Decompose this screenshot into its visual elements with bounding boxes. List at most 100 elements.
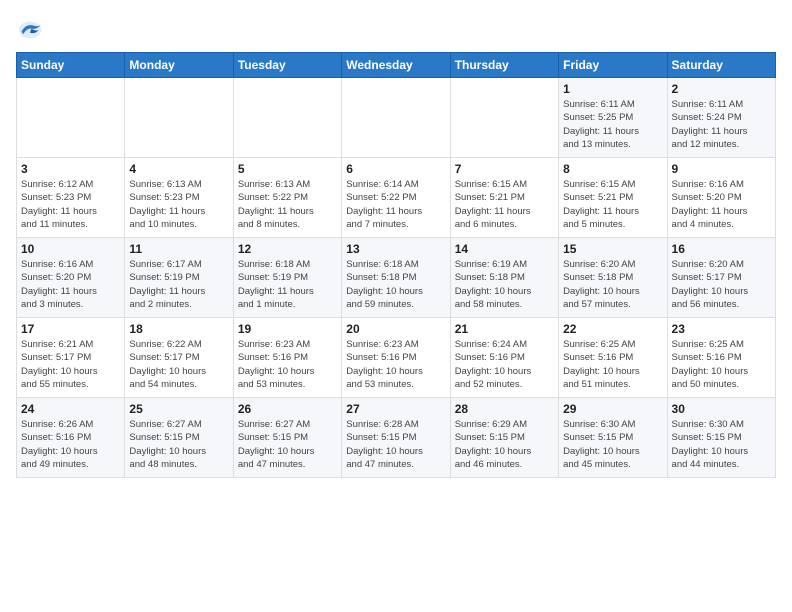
calendar-cell: 17 Sunrise: 6:21 AM Sunset: 5:17 PM Dayli…	[17, 318, 125, 398]
calendar-cell: 27 Sunrise: 6:28 AM Sunset: 5:15 PM Dayli…	[342, 398, 450, 478]
day-number: 17	[21, 322, 120, 336]
calendar-cell: 5 Sunrise: 6:13 AM Sunset: 5:22 PM Daylig…	[233, 158, 341, 238]
day-info: Sunrise: 6:27 AM Sunset: 5:15 PM Dayligh…	[238, 418, 337, 471]
calendar-cell: 20 Sunrise: 6:23 AM Sunset: 5:16 PM Dayli…	[342, 318, 450, 398]
day-number: 18	[129, 322, 228, 336]
day-number: 23	[672, 322, 771, 336]
calendar-week-row: 3Sunrise: 6:12 AM Sunset: 5:23 PM Daylig…	[17, 158, 776, 238]
calendar-cell: 6Sunrise: 6:14 AM Sunset: 5:22 PM Daylig…	[342, 158, 450, 238]
day-info: Sunrise: 6:15 AM Sunset: 5:21 PM Dayligh…	[563, 178, 662, 231]
calendar-cell: 24 Sunrise: 6:26 AM Sunset: 5:16 PM Dayli…	[17, 398, 125, 478]
day-info: Sunrise: 6:19 AM Sunset: 5:18 PM Dayligh…	[455, 258, 554, 311]
calendar-cell: 14 Sunrise: 6:19 AM Sunset: 5:18 PM Dayli…	[450, 238, 558, 318]
logo-bird-icon	[16, 16, 44, 44]
calendar-cell: 19 Sunrise: 6:23 AM Sunset: 5:16 PM Dayli…	[233, 318, 341, 398]
calendar-cell	[17, 78, 125, 158]
day-number: 27	[346, 402, 445, 416]
calendar-cell: 13Sunrise: 6:18 AM Sunset: 5:18 PM Dayli…	[342, 238, 450, 318]
day-info: Sunrise: 6:23 AM Sunset: 5:16 PM Dayligh…	[238, 338, 337, 391]
day-info: Sunrise: 6:16 AM Sunset: 5:20 PM Dayligh…	[21, 258, 120, 311]
calendar-cell: 18 Sunrise: 6:22 AM Sunset: 5:17 PM Dayli…	[125, 318, 233, 398]
calendar-cell: 25Sunrise: 6:27 AM Sunset: 5:15 PM Dayli…	[125, 398, 233, 478]
day-info: Sunrise: 6:23 AM Sunset: 5:16 PM Dayligh…	[346, 338, 445, 391]
day-info: Sunrise: 6:30 AM Sunset: 5:15 PM Dayligh…	[672, 418, 771, 471]
calendar-cell: 10 Sunrise: 6:16 AM Sunset: 5:20 PM Dayli…	[17, 238, 125, 318]
calendar-cell: 15 Sunrise: 6:20 AM Sunset: 5:18 PM Dayli…	[559, 238, 667, 318]
day-info: Sunrise: 6:27 AM Sunset: 5:15 PM Dayligh…	[129, 418, 228, 471]
calendar-cell	[342, 78, 450, 158]
day-header-wednesday: Wednesday	[342, 53, 450, 78]
day-number: 1	[563, 82, 662, 96]
calendar-week-row: 24 Sunrise: 6:26 AM Sunset: 5:16 PM Dayli…	[17, 398, 776, 478]
calendar-cell: 29 Sunrise: 6:30 AM Sunset: 5:15 PM Dayli…	[559, 398, 667, 478]
calendar-cell: 21 Sunrise: 6:24 AM Sunset: 5:16 PM Dayli…	[450, 318, 558, 398]
calendar-cell: 7 Sunrise: 6:15 AM Sunset: 5:21 PM Daylig…	[450, 158, 558, 238]
day-number: 29	[563, 402, 662, 416]
day-info: Sunrise: 6:12 AM Sunset: 5:23 PM Dayligh…	[21, 178, 120, 231]
calendar-cell	[450, 78, 558, 158]
calendar-table: SundayMondayTuesdayWednesdayThursdayFrid…	[16, 52, 776, 478]
page-header	[16, 16, 776, 44]
calendar-week-row: 17 Sunrise: 6:21 AM Sunset: 5:17 PM Dayli…	[17, 318, 776, 398]
calendar-cell	[125, 78, 233, 158]
day-number: 7	[455, 162, 554, 176]
calendar-cell: 26Sunrise: 6:27 AM Sunset: 5:15 PM Dayli…	[233, 398, 341, 478]
day-number: 10	[21, 242, 120, 256]
day-info: Sunrise: 6:28 AM Sunset: 5:15 PM Dayligh…	[346, 418, 445, 471]
logo	[16, 16, 48, 44]
calendar-cell: 1 Sunrise: 6:11 AM Sunset: 5:25 PM Daylig…	[559, 78, 667, 158]
day-number: 21	[455, 322, 554, 336]
day-header-friday: Friday	[559, 53, 667, 78]
day-number: 8	[563, 162, 662, 176]
day-info: Sunrise: 6:25 AM Sunset: 5:16 PM Dayligh…	[563, 338, 662, 391]
day-info: Sunrise: 6:13 AM Sunset: 5:22 PM Dayligh…	[238, 178, 337, 231]
day-number: 20	[346, 322, 445, 336]
day-header-tuesday: Tuesday	[233, 53, 341, 78]
day-number: 22	[563, 322, 662, 336]
calendar-cell: 23 Sunrise: 6:25 AM Sunset: 5:16 PM Dayli…	[667, 318, 775, 398]
day-number: 19	[238, 322, 337, 336]
day-number: 16	[672, 242, 771, 256]
calendar-cell: 2Sunrise: 6:11 AM Sunset: 5:24 PM Daylig…	[667, 78, 775, 158]
day-info: Sunrise: 6:15 AM Sunset: 5:21 PM Dayligh…	[455, 178, 554, 231]
day-info: Sunrise: 6:26 AM Sunset: 5:16 PM Dayligh…	[21, 418, 120, 471]
day-info: Sunrise: 6:25 AM Sunset: 5:16 PM Dayligh…	[672, 338, 771, 391]
day-info: Sunrise: 6:20 AM Sunset: 5:18 PM Dayligh…	[563, 258, 662, 311]
day-header-saturday: Saturday	[667, 53, 775, 78]
day-number: 9	[672, 162, 771, 176]
day-info: Sunrise: 6:21 AM Sunset: 5:17 PM Dayligh…	[21, 338, 120, 391]
day-number: 11	[129, 242, 228, 256]
calendar-cell: 30 Sunrise: 6:30 AM Sunset: 5:15 PM Dayli…	[667, 398, 775, 478]
day-info: Sunrise: 6:29 AM Sunset: 5:15 PM Dayligh…	[455, 418, 554, 471]
calendar-week-row: 10 Sunrise: 6:16 AM Sunset: 5:20 PM Dayli…	[17, 238, 776, 318]
calendar-header-row: SundayMondayTuesdayWednesdayThursdayFrid…	[17, 53, 776, 78]
calendar-cell: 11 Sunrise: 6:17 AM Sunset: 5:19 PM Dayli…	[125, 238, 233, 318]
calendar-cell	[233, 78, 341, 158]
calendar-cell: 16 Sunrise: 6:20 AM Sunset: 5:17 PM Dayli…	[667, 238, 775, 318]
day-number: 4	[129, 162, 228, 176]
day-number: 2	[672, 82, 771, 96]
day-number: 30	[672, 402, 771, 416]
day-number: 5	[238, 162, 337, 176]
day-info: Sunrise: 6:16 AM Sunset: 5:20 PM Dayligh…	[672, 178, 771, 231]
day-header-monday: Monday	[125, 53, 233, 78]
day-info: Sunrise: 6:24 AM Sunset: 5:16 PM Dayligh…	[455, 338, 554, 391]
calendar-week-row: 1 Sunrise: 6:11 AM Sunset: 5:25 PM Daylig…	[17, 78, 776, 158]
day-info: Sunrise: 6:11 AM Sunset: 5:25 PM Dayligh…	[563, 98, 662, 151]
calendar-cell: 4 Sunrise: 6:13 AM Sunset: 5:23 PM Daylig…	[125, 158, 233, 238]
day-number: 13	[346, 242, 445, 256]
day-number: 24	[21, 402, 120, 416]
day-info: Sunrise: 6:13 AM Sunset: 5:23 PM Dayligh…	[129, 178, 228, 231]
day-number: 15	[563, 242, 662, 256]
calendar-cell: 22 Sunrise: 6:25 AM Sunset: 5:16 PM Dayli…	[559, 318, 667, 398]
day-info: Sunrise: 6:14 AM Sunset: 5:22 PM Dayligh…	[346, 178, 445, 231]
calendar-cell: 12Sunrise: 6:18 AM Sunset: 5:19 PM Dayli…	[233, 238, 341, 318]
day-info: Sunrise: 6:20 AM Sunset: 5:17 PM Dayligh…	[672, 258, 771, 311]
day-info: Sunrise: 6:30 AM Sunset: 5:15 PM Dayligh…	[563, 418, 662, 471]
calendar-cell: 28 Sunrise: 6:29 AM Sunset: 5:15 PM Dayli…	[450, 398, 558, 478]
day-info: Sunrise: 6:17 AM Sunset: 5:19 PM Dayligh…	[129, 258, 228, 311]
day-header-sunday: Sunday	[17, 53, 125, 78]
day-number: 14	[455, 242, 554, 256]
day-number: 28	[455, 402, 554, 416]
day-info: Sunrise: 6:22 AM Sunset: 5:17 PM Dayligh…	[129, 338, 228, 391]
